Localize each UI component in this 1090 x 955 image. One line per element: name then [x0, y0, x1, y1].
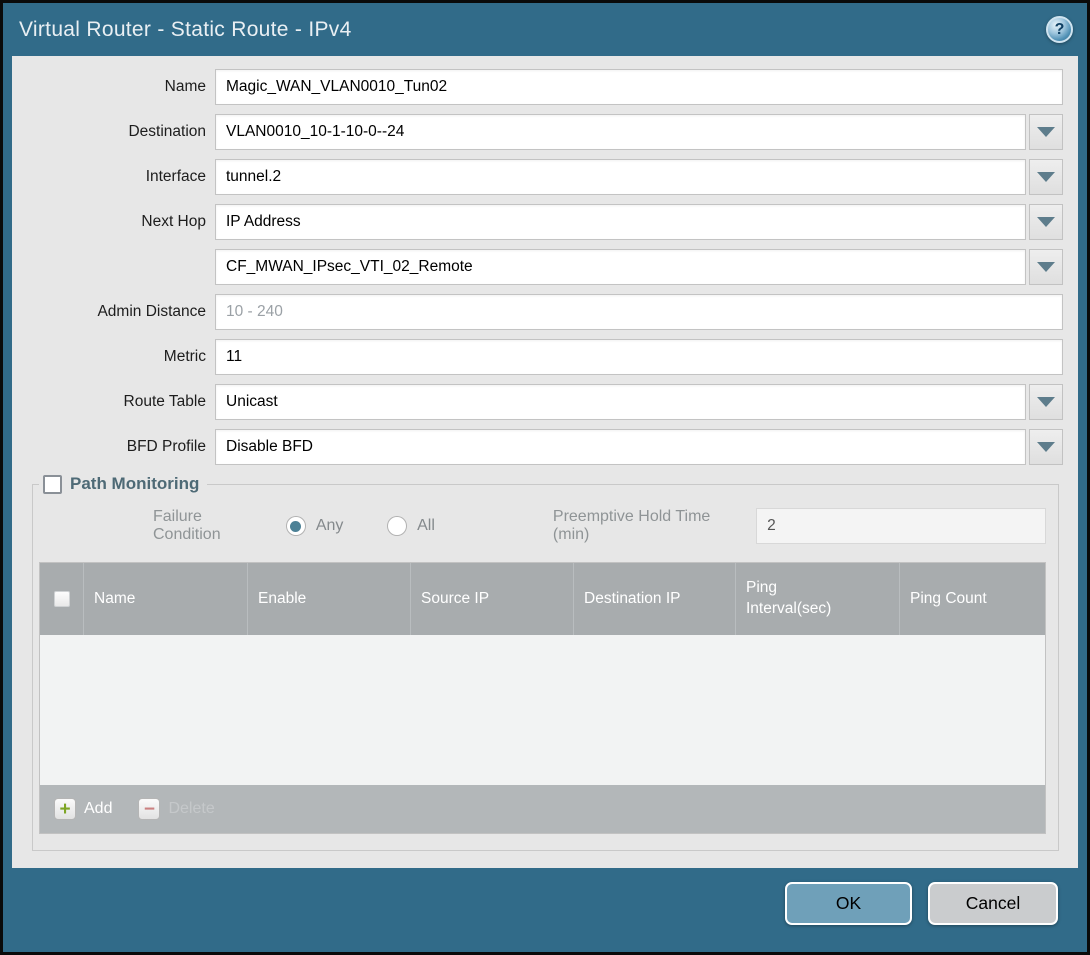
destination-dropdown-button[interactable]	[1029, 114, 1063, 150]
route-table-dropdown-button[interactable]	[1029, 384, 1063, 420]
dialog-body: Name Destination Interface Next Hop	[12, 56, 1078, 868]
destination-field[interactable]	[215, 114, 1026, 150]
bfd-profile-field[interactable]	[215, 429, 1026, 465]
column-header-destination-ip[interactable]: Destination IP	[574, 563, 736, 635]
bfd-profile-label: BFD Profile	[12, 438, 206, 456]
path-monitoring-section: Path Monitoring Failure Condition Any Al…	[32, 474, 1059, 851]
radio-any[interactable]	[286, 516, 306, 536]
table-header-row: Name Enable Source IP Destination IP Pin…	[40, 563, 1045, 635]
chevron-down-icon	[1037, 217, 1055, 227]
destination-label: Destination	[12, 123, 206, 141]
cancel-button[interactable]: Cancel	[928, 882, 1058, 925]
name-field[interactable]	[215, 69, 1063, 105]
form-row-name: Name	[12, 69, 1063, 105]
form-row-destination: Destination	[12, 114, 1063, 150]
select-all-checkbox[interactable]	[54, 591, 70, 607]
chevron-down-icon	[1037, 442, 1055, 452]
admin-distance-field[interactable]	[215, 294, 1063, 330]
dialog-window: Virtual Router - Static Route - IPv4 ? N…	[0, 0, 1090, 955]
add-button[interactable]: + Add	[54, 798, 112, 820]
name-label: Name	[12, 78, 206, 96]
chevron-down-icon	[1037, 262, 1055, 272]
path-monitoring-legend: Path Monitoring	[39, 474, 207, 494]
column-header-ping-count[interactable]: Ping Count	[900, 563, 1045, 635]
path-monitoring-checkbox[interactable]	[43, 475, 62, 494]
dialog-title: Virtual Router - Static Route - IPv4	[19, 18, 1046, 42]
column-header-ping-interval[interactable]: Ping Interval(sec)	[736, 563, 900, 635]
path-monitoring-table: Name Enable Source IP Destination IP Pin…	[39, 562, 1046, 834]
failure-condition-row: Failure Condition Any All Preemptive Hol…	[153, 508, 1046, 544]
form-row-admin-distance: Admin Distance	[12, 294, 1063, 330]
next-hop-address-dropdown-button[interactable]	[1029, 249, 1063, 285]
form-row-next-hop-address	[12, 249, 1063, 285]
interface-dropdown-button[interactable]	[1029, 159, 1063, 195]
interface-label: Interface	[12, 168, 206, 186]
table-toolbar: + Add − Delete	[40, 785, 1045, 833]
form-row-metric: Metric	[12, 339, 1063, 375]
radio-all-label: All	[417, 517, 435, 535]
chevron-down-icon	[1037, 172, 1055, 182]
preemptive-hold-input[interactable]	[756, 508, 1046, 544]
next-hop-label: Next Hop	[12, 213, 206, 231]
column-header-name[interactable]: Name	[84, 563, 248, 635]
minus-icon: −	[138, 798, 160, 820]
plus-icon: +	[54, 798, 76, 820]
admin-distance-label: Admin Distance	[12, 303, 206, 321]
failure-condition-label: Failure Condition	[153, 508, 272, 544]
next-hop-type-field[interactable]	[215, 204, 1026, 240]
ok-button[interactable]: OK	[785, 882, 912, 925]
delete-button[interactable]: − Delete	[138, 798, 214, 820]
title-bar: Virtual Router - Static Route - IPv4 ?	[3, 3, 1087, 56]
table-body-empty	[40, 635, 1045, 785]
radio-all[interactable]	[387, 516, 407, 536]
route-table-label: Route Table	[12, 393, 206, 411]
bfd-profile-dropdown-button[interactable]	[1029, 429, 1063, 465]
radio-any-label: Any	[316, 517, 344, 535]
chevron-down-icon	[1037, 127, 1055, 137]
dialog-footer: OK Cancel	[3, 868, 1087, 952]
next-hop-type-dropdown-button[interactable]	[1029, 204, 1063, 240]
chevron-down-icon	[1037, 397, 1055, 407]
next-hop-address-field[interactable]	[215, 249, 1026, 285]
path-monitoring-title: Path Monitoring	[70, 474, 199, 494]
form-row-bfd-profile: BFD Profile	[12, 429, 1063, 465]
column-header-enable[interactable]: Enable	[248, 563, 411, 635]
form-row-route-table: Route Table	[12, 384, 1063, 420]
column-header-source-ip[interactable]: Source IP	[411, 563, 574, 635]
metric-label: Metric	[12, 348, 206, 366]
form-row-interface: Interface	[12, 159, 1063, 195]
help-icon[interactable]: ?	[1046, 16, 1073, 43]
interface-field[interactable]	[215, 159, 1026, 195]
route-table-field[interactable]	[215, 384, 1026, 420]
form-row-next-hop: Next Hop	[12, 204, 1063, 240]
preemptive-hold-label: Preemptive Hold Time (min)	[553, 508, 748, 544]
column-header-select	[40, 563, 84, 635]
metric-field[interactable]	[215, 339, 1063, 375]
